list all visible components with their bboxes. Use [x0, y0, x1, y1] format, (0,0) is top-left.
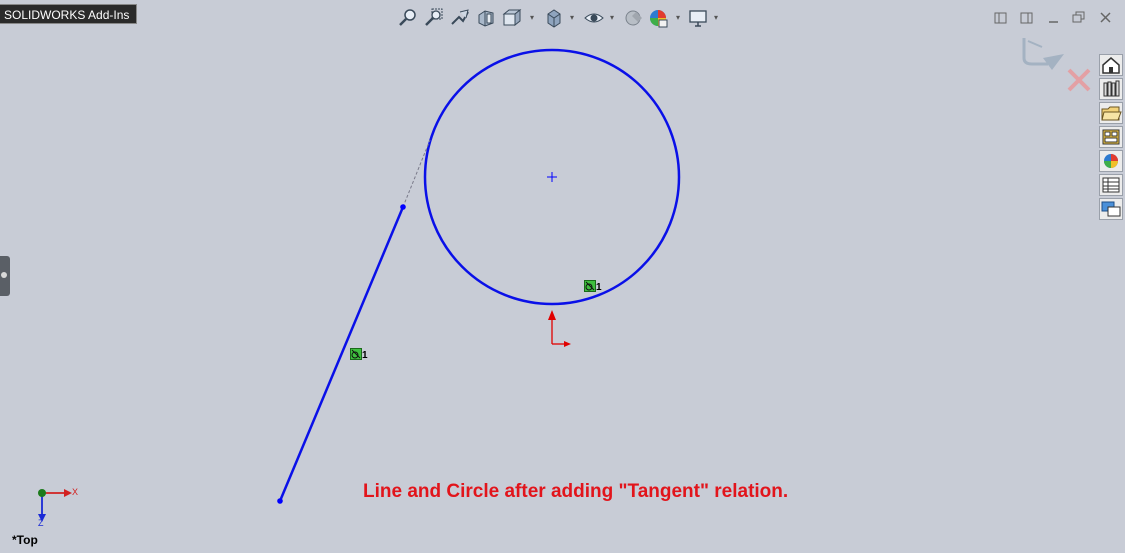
- sketch-canvas: [38, 38, 1091, 522]
- tile-left-icon[interactable]: [992, 10, 1010, 26]
- zoom-to-fit-icon[interactable]: [398, 8, 418, 28]
- cancel-sketch-icon[interactable]: [1067, 68, 1091, 92]
- apply-scene-icon[interactable]: [648, 8, 668, 28]
- line-endpoint-top[interactable]: [400, 204, 406, 210]
- circle-center-point[interactable]: [547, 172, 557, 182]
- previous-view-icon[interactable]: [450, 8, 470, 28]
- solidworks-resources-icon[interactable]: [1099, 54, 1123, 76]
- hide-show-items-icon[interactable]: [584, 8, 604, 28]
- minimize-icon[interactable]: [1045, 10, 1063, 26]
- apply-scene-dropdown-icon[interactable]: ▾: [676, 13, 680, 22]
- display-style-icon[interactable]: [544, 8, 564, 28]
- tangent-relation-number: 1: [362, 350, 368, 361]
- tangent-relation-icon[interactable]: [350, 348, 362, 360]
- zoom-to-area-icon[interactable]: [424, 8, 444, 28]
- view-palette-icon[interactable]: [1099, 126, 1123, 148]
- sketch-line[interactable]: [278, 206, 405, 502]
- triad-x-label: X: [72, 487, 79, 497]
- triad-z-label: Z: [38, 518, 44, 528]
- file-explorer-icon[interactable]: [1099, 102, 1123, 124]
- tile-right-icon[interactable]: [1018, 10, 1036, 26]
- custom-properties-icon[interactable]: [1099, 174, 1123, 196]
- annotation-caption: Line and Circle after adding "Tangent" r…: [363, 481, 789, 502]
- exit-sketch-icon[interactable]: [1022, 38, 1064, 70]
- display-style-dropdown-icon[interactable]: ▾: [570, 13, 574, 22]
- view-orientation-icon[interactable]: [502, 8, 522, 28]
- tangent-relation-number: 1: [596, 282, 602, 293]
- view-settings-dropdown-icon[interactable]: ▾: [714, 13, 718, 22]
- design-library-icon[interactable]: [1099, 78, 1123, 100]
- feature-manager-collapse-handle[interactable]: [0, 256, 10, 296]
- sketch-origin: [548, 310, 571, 347]
- restore-icon[interactable]: [1070, 10, 1088, 26]
- forum-icon[interactable]: [1099, 198, 1123, 220]
- line-endpoint-bottom[interactable]: [277, 498, 283, 504]
- close-icon[interactable]: [1097, 10, 1115, 26]
- tangent-relation-icon[interactable]: [584, 280, 596, 292]
- hide-show-dropdown-icon[interactable]: ▾: [610, 13, 614, 22]
- view-orientation-dropdown-icon[interactable]: ▾: [530, 13, 534, 22]
- view-orientation-label: *Top: [12, 533, 38, 547]
- view-settings-icon[interactable]: [688, 8, 708, 28]
- edit-appearance-icon[interactable]: [624, 8, 644, 28]
- appearances-icon[interactable]: [1099, 150, 1123, 172]
- solidworks-addins-tab[interactable]: SOLIDWORKS Add-Ins: [0, 4, 138, 24]
- section-view-icon[interactable]: [476, 8, 496, 28]
